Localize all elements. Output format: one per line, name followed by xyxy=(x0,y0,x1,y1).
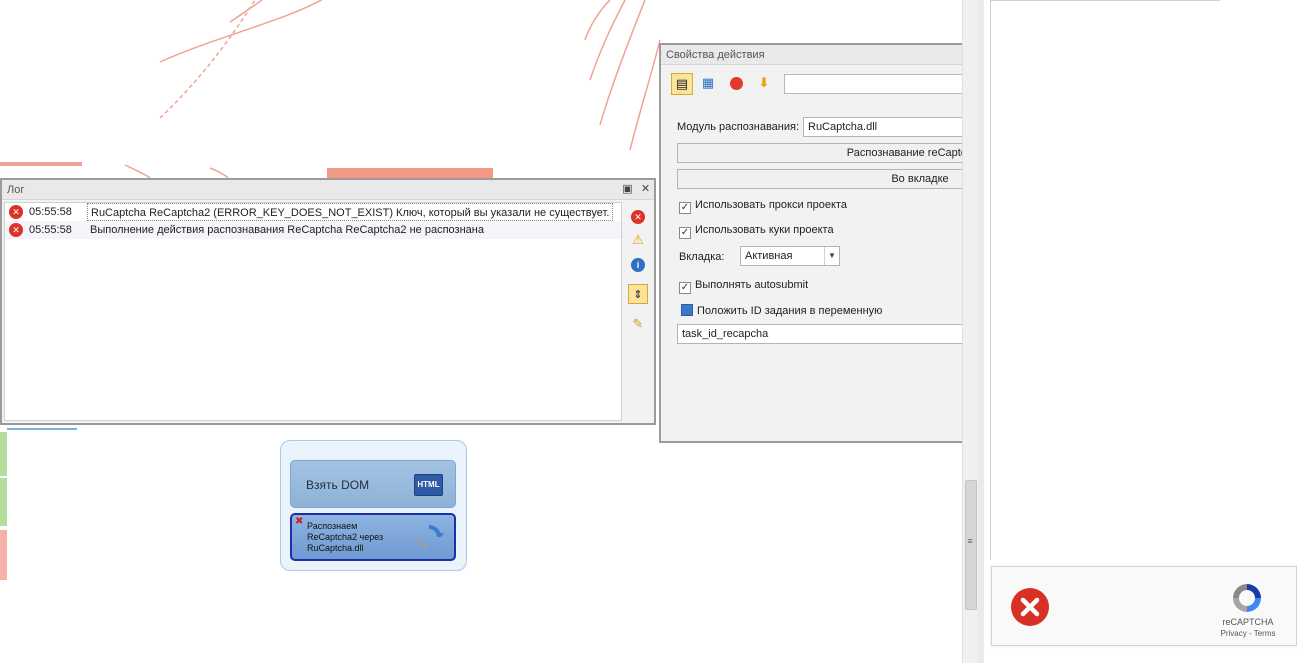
log-filter-toolbar: ✕ ⚠ i ⇕ ✎ xyxy=(624,202,654,421)
log-list[interactable]: ✕ 05:55:58 RuCaptcha ReCaptcha2 (ERROR_K… xyxy=(4,202,622,421)
checkbox-check-icon: ✓ xyxy=(679,227,691,239)
checkbox-check-icon: ✓ xyxy=(679,202,691,214)
task-id-variable-label: Положить ID задания в переменную xyxy=(681,303,882,319)
breakpoint-icon[interactable] xyxy=(725,73,747,95)
refresh-icon xyxy=(414,525,444,549)
log-entry[interactable]: ✕ 05:55:58 Выполнение действия распознав… xyxy=(5,221,621,239)
chevron-down-icon: ▼ xyxy=(824,247,839,265)
scroll-lock-icon[interactable]: ⇕ xyxy=(628,284,648,304)
get-dom-node[interactable]: Взять DOM HTML xyxy=(290,460,456,508)
node-fragment-green xyxy=(0,478,7,526)
error-x-icon: ✖ xyxy=(295,516,304,527)
autosubmit-checkbox[interactable]: ✓ Выполнять autosubmit xyxy=(679,277,808,294)
recaptcha-error-icon xyxy=(1011,588,1049,626)
get-dom-node-label: Взять DOM xyxy=(306,478,370,492)
recaptcha-links: Privacy - Terms xyxy=(1220,629,1276,638)
recaptcha-widget[interactable]: reCAPTCHA Privacy - Terms xyxy=(991,566,1297,646)
log-entry[interactable]: ✕ 05:55:58 RuCaptcha ReCaptcha2 (ERROR_K… xyxy=(5,203,621,221)
log-time: 05:55:58 xyxy=(29,224,72,236)
tab-select[interactable]: Активная ▼ xyxy=(740,246,840,266)
right-pane xyxy=(978,0,1297,663)
privacy-link[interactable]: Privacy xyxy=(1221,629,1247,638)
clear-log-icon[interactable]: ✎ xyxy=(628,314,648,334)
log-message: RuCaptcha ReCaptcha2 (ERROR_KEY_DOES_NOT… xyxy=(87,203,614,221)
filter-info-icon[interactable]: i xyxy=(628,254,648,274)
error-icon: ✕ xyxy=(9,205,23,219)
module-label: Модуль распознавания: xyxy=(677,121,800,133)
filter-warnings-icon[interactable]: ⚠ xyxy=(628,230,648,250)
recaptcha-brand: reCAPTCHA xyxy=(1222,617,1274,627)
recognize-recaptcha-node[interactable]: ✖ Распознаем ReCaptcha2 через RuCaptcha.… xyxy=(290,513,456,561)
checkbox-check-icon: ✓ xyxy=(679,282,691,294)
log-panel-title: Лог ▣ ✕ xyxy=(2,180,654,200)
close-icon[interactable]: ✕ xyxy=(639,183,652,196)
filter-errors-icon[interactable]: ✕ xyxy=(628,206,648,226)
canvas-scrollbar[interactable]: ≡ xyxy=(962,0,978,663)
terms-link[interactable]: Terms xyxy=(1254,629,1276,638)
log-panel: Лог ▣ ✕ ✕ 05:55:58 RuCaptcha ReCaptcha2 … xyxy=(0,178,656,425)
error-icon: ✕ xyxy=(9,223,23,237)
use-cookies-checkbox[interactable]: ✓ Использовать куки проекта xyxy=(679,222,834,239)
node-fragment-blue xyxy=(7,428,77,430)
settings-view-icon[interactable]: ▦ xyxy=(697,73,719,95)
scroll-grip-icon: ≡ xyxy=(967,536,973,546)
node-fragment-red xyxy=(0,530,7,580)
html-icon: HTML xyxy=(414,474,443,496)
variable-icon xyxy=(681,304,693,316)
recognize-node-label: Распознаем ReCaptcha2 через RuCaptcha.dl… xyxy=(307,521,384,553)
properties-view-icon[interactable]: ▤ xyxy=(671,73,693,95)
log-time: 05:55:58 xyxy=(29,206,72,218)
arrow-down-icon[interactable]: ⬇ xyxy=(753,73,775,95)
action-group[interactable]: Взять DOM HTML ✖ Распознаем ReCaptcha2 ч… xyxy=(280,440,467,571)
use-proxy-checkbox[interactable]: ✓ Использовать прокси проекта xyxy=(679,197,847,214)
tab-label: Вкладка: xyxy=(679,251,725,263)
node-fragment-green xyxy=(0,432,7,476)
log-message: Выполнение действия распознавания ReCapt… xyxy=(90,224,484,236)
recaptcha-logo-icon xyxy=(1233,584,1261,612)
maximize-icon[interactable]: ▣ xyxy=(621,183,634,196)
